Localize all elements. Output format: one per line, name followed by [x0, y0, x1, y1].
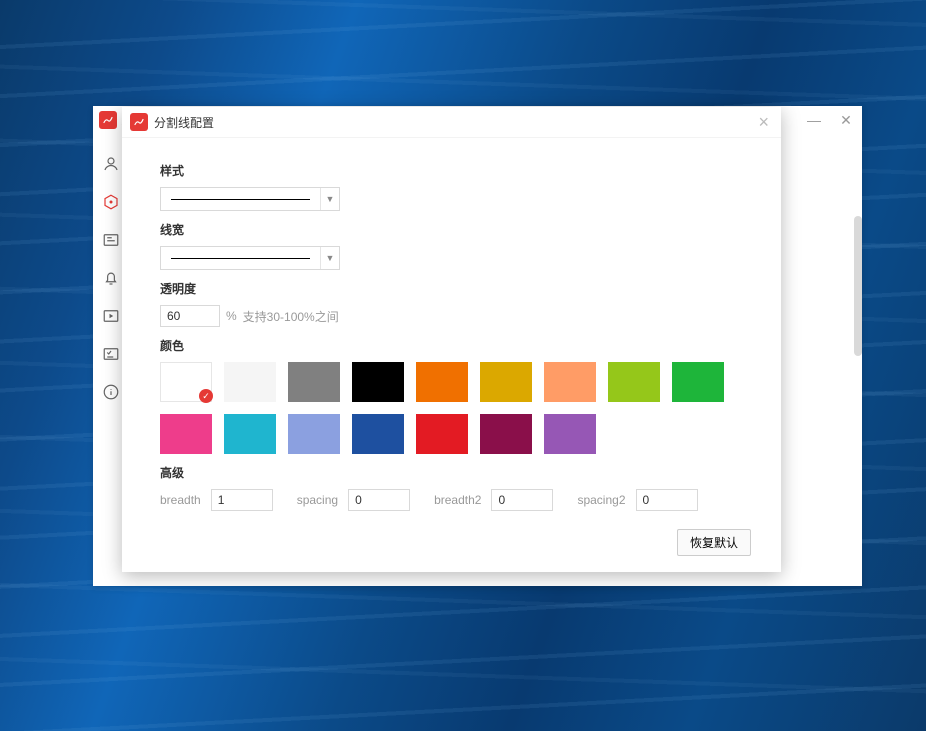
color-swatch-9[interactable] [160, 414, 212, 454]
sidebar-info-icon[interactable] [101, 382, 121, 402]
chevron-down-icon: ▼ [320, 247, 339, 269]
linewidth-preview-line [171, 258, 310, 259]
breadth-label: breadth [160, 493, 201, 507]
color-swatch-14[interactable] [480, 414, 532, 454]
opacity-label: 透明度 [160, 280, 751, 297]
spacing2-input[interactable] [636, 489, 698, 511]
spacing-input[interactable] [348, 489, 410, 511]
color-grid: ✓ [160, 362, 730, 454]
spacing2-label: spacing2 [577, 493, 625, 507]
chevron-down-icon: ▼ [320, 188, 339, 210]
color-swatch-11[interactable] [288, 414, 340, 454]
color-swatch-13[interactable] [416, 414, 468, 454]
advanced-label: 高级 [160, 464, 751, 481]
breadth-input[interactable] [211, 489, 273, 511]
style-dropdown[interactable]: ▼ [160, 187, 340, 211]
dialog-app-icon [130, 113, 148, 131]
color-swatch-3[interactable] [352, 362, 404, 402]
style-label: 样式 [160, 162, 751, 179]
opacity-hint: 支持30-100%之间 [243, 308, 339, 325]
opacity-unit: % [226, 309, 237, 323]
sidebar-hex-icon[interactable] [101, 192, 121, 212]
color-swatch-10[interactable] [224, 414, 276, 454]
color-swatch-2[interactable] [288, 362, 340, 402]
dialog-body: 样式 ▼ 线宽 ▼ 透明度 % 支持30-100%之间 颜色 ✓ 高级 brea… [122, 138, 781, 572]
parent-window-controls: — ✕ [804, 112, 856, 129]
color-swatch-15[interactable] [544, 414, 596, 454]
desktop-wallpaper: 系 — ✕ 分割线配置 × 样式 [0, 0, 926, 731]
style-preview-line [171, 199, 310, 200]
color-swatch-8[interactable] [672, 362, 724, 402]
color-swatch-4[interactable] [416, 362, 468, 402]
divider-config-dialog: 分割线配置 × 样式 ▼ 线宽 ▼ 透明度 % 支持30-100%之间 颜色 ✓ [122, 107, 781, 572]
sidebar-checklist-icon[interactable] [101, 344, 121, 364]
color-swatch-5[interactable] [480, 362, 532, 402]
restore-row: 恢复默认 [160, 529, 751, 556]
color-swatch-0[interactable]: ✓ [160, 362, 212, 402]
minimize-button[interactable]: — [804, 112, 824, 129]
spacing-label: spacing [297, 493, 338, 507]
check-icon: ✓ [199, 389, 213, 403]
dialog-close-button[interactable]: × [754, 112, 773, 133]
color-label: 颜色 [160, 337, 751, 354]
opacity-input[interactable] [160, 305, 220, 327]
sidebar-play-icon[interactable] [101, 306, 121, 326]
app-icon [99, 111, 117, 129]
color-swatch-12[interactable] [352, 414, 404, 454]
scroll-thumb[interactable] [854, 216, 862, 356]
restore-defaults-button[interactable]: 恢复默认 [677, 529, 751, 556]
sidebar-card-icon[interactable] [101, 230, 121, 250]
sidebar-user-icon[interactable] [101, 154, 121, 174]
opacity-row: % 支持30-100%之间 [160, 305, 751, 327]
sidebar-bell-icon[interactable] [101, 268, 121, 288]
linewidth-label: 线宽 [160, 221, 751, 238]
close-button[interactable]: ✕ [836, 112, 856, 129]
dialog-titlebar: 分割线配置 × [122, 107, 781, 138]
dialog-title: 分割线配置 [154, 114, 214, 131]
breadth2-input[interactable] [491, 489, 553, 511]
color-swatch-1[interactable] [224, 362, 276, 402]
linewidth-dropdown[interactable]: ▼ [160, 246, 340, 270]
color-swatch-6[interactable] [544, 362, 596, 402]
advanced-row: breadth spacing breadth2 spacing2 [160, 489, 751, 511]
scrollbar[interactable] [854, 216, 862, 456]
breadth2-label: breadth2 [434, 493, 481, 507]
color-swatch-7[interactable] [608, 362, 660, 402]
